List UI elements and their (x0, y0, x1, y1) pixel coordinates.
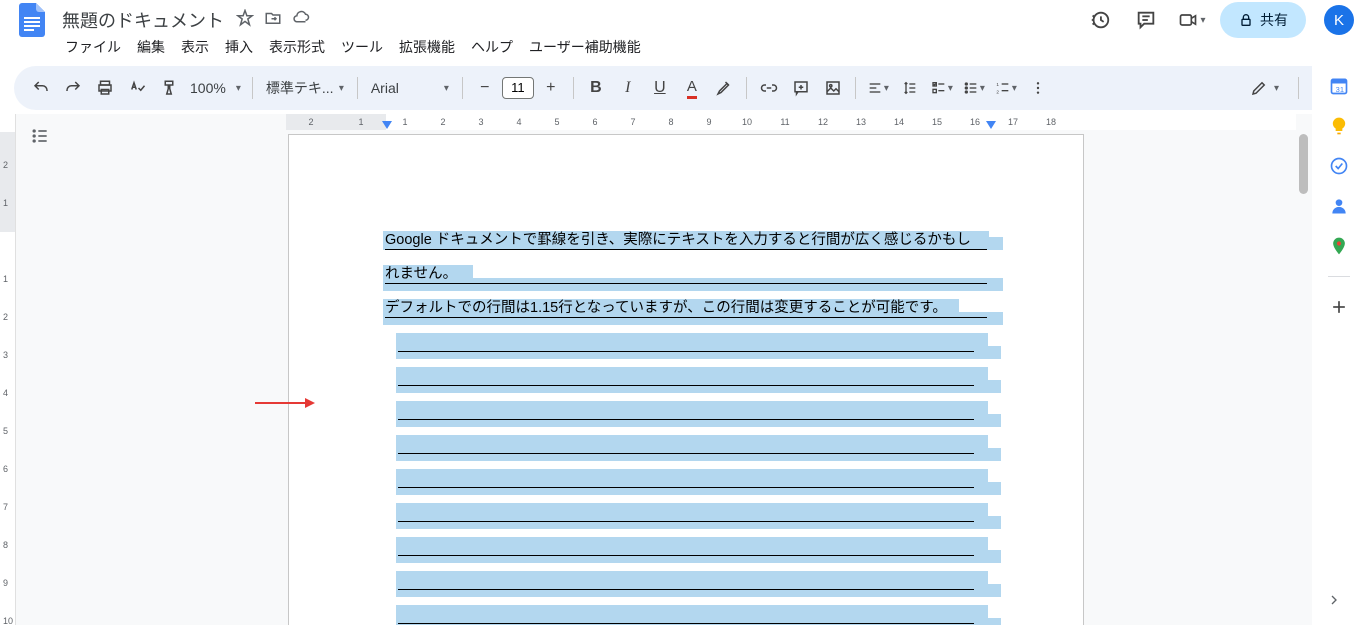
keep-icon[interactable] (1329, 116, 1349, 136)
insert-image-button[interactable] (818, 73, 848, 103)
lock-icon (1238, 12, 1254, 28)
insert-comment-button[interactable] (786, 73, 816, 103)
docs-logo[interactable] (12, 0, 52, 40)
line-spacing-button[interactable] (895, 73, 925, 103)
cloud-icon[interactable] (292, 9, 310, 32)
zoom-value: 100% (190, 80, 226, 96)
more-button[interactable] (1023, 73, 1053, 103)
toolbar: 100%▾ 標準テキ...▾ Arial▾ − 11 + B I U A ▾ ▾… (14, 66, 1352, 110)
document-page[interactable]: Google ドキュメントで罫線を引き、実際にテキストを入力すると行間が広く感じ… (288, 134, 1084, 625)
menu-view[interactable]: 表示 (174, 35, 216, 59)
star-icon[interactable] (236, 9, 254, 32)
checklist-button[interactable]: ▾ (927, 73, 957, 103)
style-value: 標準テキ... (266, 78, 334, 98)
share-button[interactable]: 共有 (1220, 2, 1306, 38)
menu-edit[interactable]: 編集 (130, 35, 172, 59)
decrease-font-button[interactable]: − (470, 73, 500, 103)
outline-icon[interactable] (22, 118, 58, 154)
horizontal-ruler: 1 2 3 4 5 6 7 8 9 10 11 12 13 14 15 16 1… (286, 114, 1296, 130)
undo-button[interactable] (26, 73, 56, 103)
font-size-input[interactable]: 11 (502, 77, 534, 99)
scrollbar[interactable] (1299, 134, 1308, 194)
menu-extensions[interactable]: 拡張機能 (392, 35, 462, 59)
zoom-select[interactable]: 100%▾ (186, 80, 245, 96)
edit-mode-button[interactable]: ▾ (1242, 79, 1287, 97)
menu-insert[interactable]: 挿入 (218, 35, 260, 59)
menu-format[interactable]: 表示形式 (262, 35, 332, 59)
comment-icon[interactable] (1128, 2, 1164, 38)
italic-button[interactable]: I (613, 73, 643, 103)
bullet-list-button[interactable]: ▾ (959, 73, 989, 103)
maps-icon[interactable] (1329, 236, 1349, 256)
format-paint-button[interactable] (154, 73, 184, 103)
annotation-arrow (255, 396, 315, 414)
document-title[interactable]: 無題のドキュメント (56, 5, 230, 35)
menubar: ファイル 編集 表示 挿入 表示形式 ツール 拡張機能 ヘルプ ユーザー補助機能 (0, 34, 1366, 62)
tasks-icon[interactable] (1329, 156, 1349, 176)
align-button[interactable]: ▾ (863, 73, 893, 103)
avatar[interactable]: K (1324, 5, 1354, 35)
share-label: 共有 (1260, 10, 1288, 30)
vertical-ruler: 2 1 1 2 3 4 5 6 7 8 9 10 (0, 114, 16, 625)
menu-help[interactable]: ヘルプ (464, 35, 520, 59)
style-select[interactable]: 標準テキ...▾ (260, 78, 350, 98)
svg-text:1: 1 (996, 82, 999, 87)
font-select[interactable]: Arial▾ (365, 80, 455, 96)
increase-font-button[interactable]: + (536, 73, 566, 103)
doc-text-line: デフォルトでの行間は1.15行となっていますが、この行間は変更することが可能です… (385, 300, 947, 316)
numbered-list-button[interactable]: 12▾ (991, 73, 1021, 103)
doc-text-line: Google ドキュメントで罫線を引き、実際にテキストを入力すると行間が広く感じ… (385, 232, 971, 248)
history-icon[interactable] (1082, 2, 1118, 38)
calendar-icon[interactable]: 31 (1329, 76, 1349, 96)
hide-sidepanel-button[interactable] (1326, 592, 1342, 613)
font-value: Arial (371, 80, 399, 96)
meet-icon[interactable]: ▾ (1174, 2, 1210, 38)
highlight-button[interactable] (709, 73, 739, 103)
print-button[interactable] (90, 73, 120, 103)
underline-button[interactable]: U (645, 73, 675, 103)
text-color-button[interactable]: A (677, 73, 707, 103)
move-icon[interactable] (264, 9, 282, 32)
spellcheck-button[interactable] (122, 73, 152, 103)
insert-link-button[interactable] (754, 73, 784, 103)
svg-text:31: 31 (1336, 85, 1344, 94)
menu-accessibility[interactable]: ユーザー補助機能 (522, 35, 648, 59)
menu-file[interactable]: ファイル (58, 35, 128, 59)
redo-button[interactable] (58, 73, 88, 103)
sidepanel: 31 (1312, 60, 1366, 625)
contacts-icon[interactable] (1329, 196, 1349, 216)
bold-button[interactable]: B (581, 73, 611, 103)
doc-text-line: れません。 (385, 266, 457, 282)
add-icon[interactable] (1329, 297, 1349, 317)
menu-tools[interactable]: ツール (334, 35, 390, 59)
svg-text:2: 2 (996, 89, 999, 94)
